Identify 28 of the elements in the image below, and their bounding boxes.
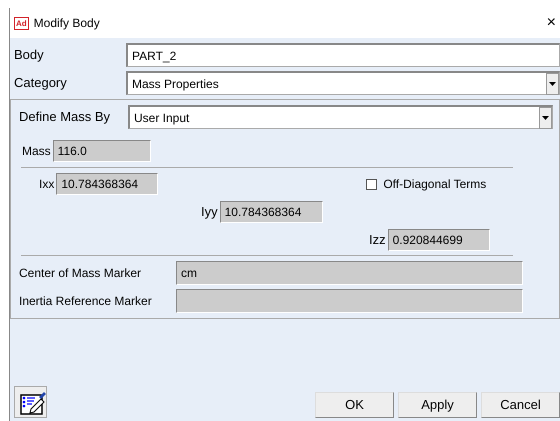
ixx-field[interactable]: 10.784368364 [56,173,158,195]
field-label: Izz [369,231,386,250]
close-button[interactable]: × [546,15,560,31]
dialog-button[interactable]: OK [315,392,394,418]
field-label: Ixx [39,176,54,193]
category-dropdown[interactable]: Mass Properties [126,71,560,95]
define-mass-dropdown[interactable]: User Input [128,105,553,129]
center-of-mass-field[interactable]: cm [176,261,523,285]
mass-field[interactable]: 116.0 [52,140,151,162]
checkbox[interactable] [366,178,378,190]
field-label: Define Mass By [19,108,112,126]
app-logo: Ad [14,16,29,30]
field-label: Inertia Reference Marker [19,293,153,310]
field-label: Category [13,74,68,92]
dialog-button[interactable]: Apply [398,392,477,418]
field-label: Iyy [201,203,218,222]
field-label: Mass [22,143,51,160]
iyy-field[interactable]: 10.784368364 [220,201,323,223]
inertia-reference-field[interactable] [176,289,523,313]
window-title: Modify Body [34,15,100,32]
notes-icon[interactable] [14,386,47,418]
dialog-button[interactable]: Cancel [481,392,560,418]
field-label: Body [13,46,45,64]
checkbox-label: Off-Diagonal Terms [383,176,486,193]
body-field[interactable]: PART_2 [126,43,560,67]
caret-icon [539,106,552,128]
izz-field[interactable]: 0.920844699 [388,229,490,251]
field-label: Center of Mass Marker [19,265,142,282]
